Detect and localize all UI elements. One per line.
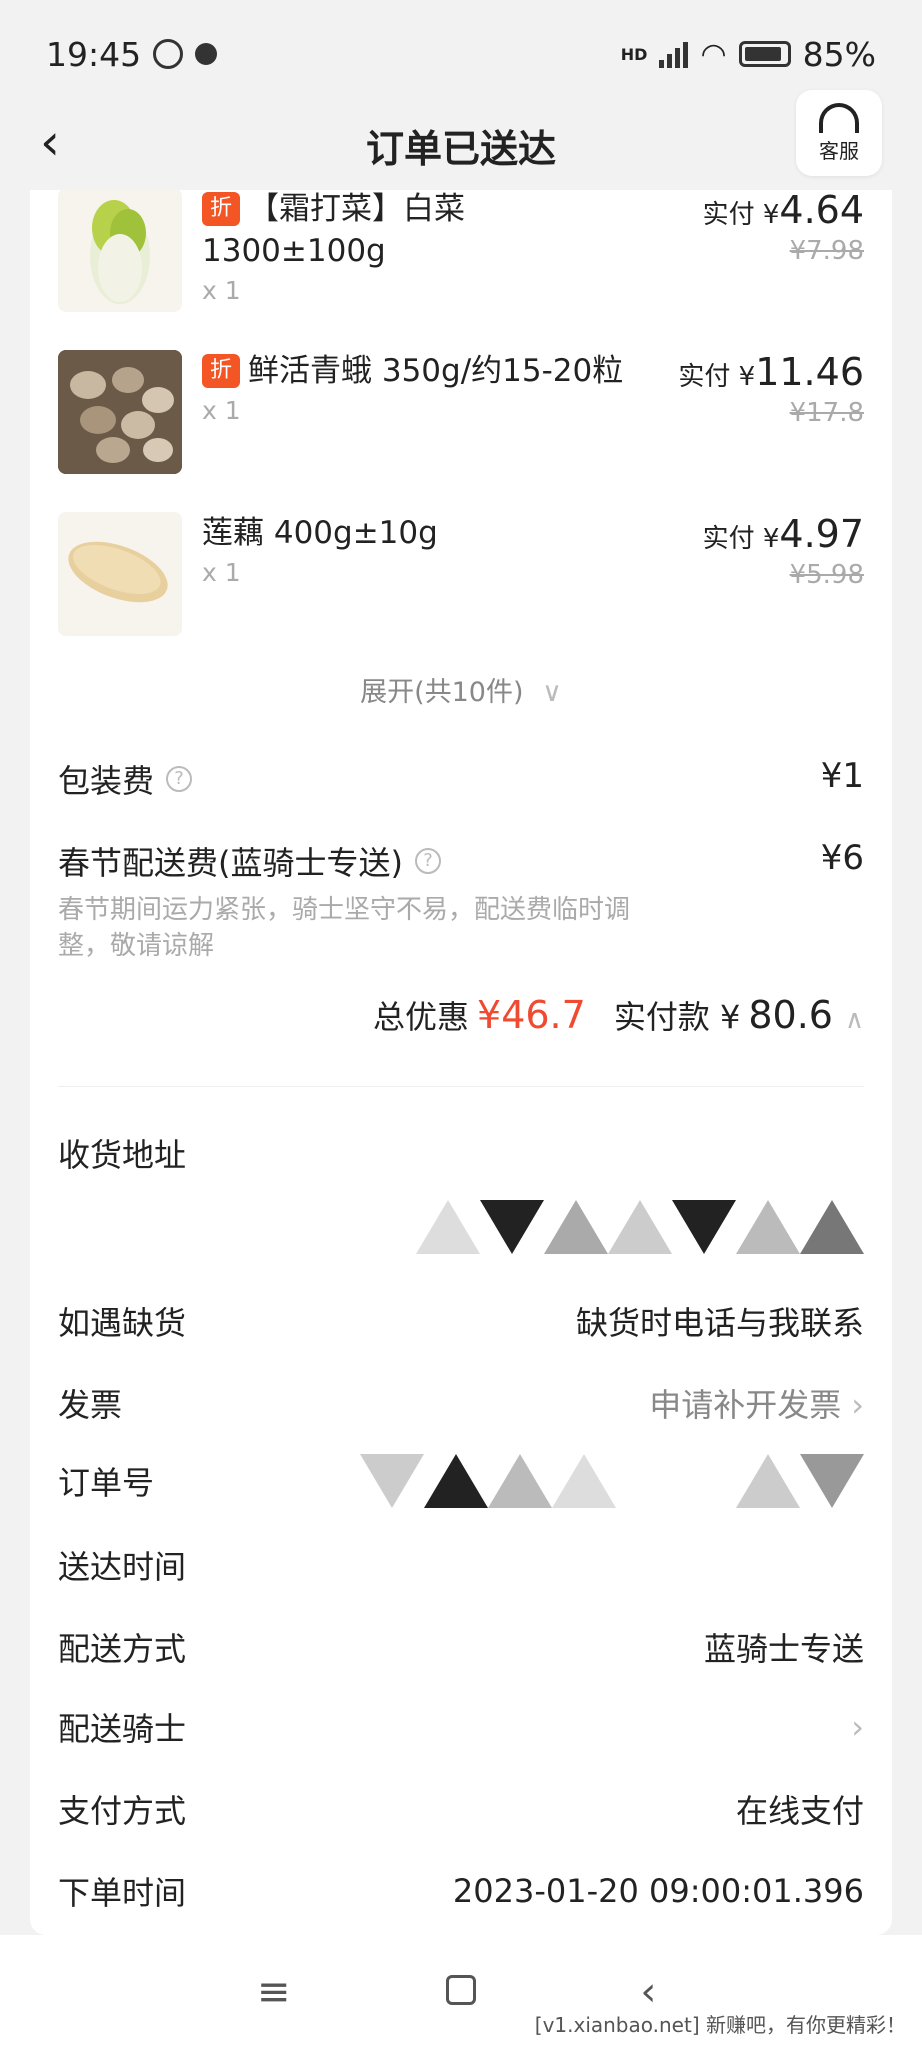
discount-tag: 折 xyxy=(202,192,240,226)
battery-percent: 85% xyxy=(802,34,876,74)
paid-value: 11.46 xyxy=(755,350,864,394)
headset-icon xyxy=(819,102,859,133)
order-time-row: 下单时间 2023-01-20 09:00:01.396 xyxy=(58,1866,864,1916)
home-button[interactable] xyxy=(431,1969,491,2015)
status-time: 19:45 xyxy=(46,34,142,74)
list-item[interactable]: 折鲜活青蛾 350g/约15-20粒 x 1 实付 ¥11.46 ¥17.8 xyxy=(58,350,864,490)
chevron-right-icon: › xyxy=(851,1708,864,1746)
pay-value: 80.6 xyxy=(748,993,833,1037)
payment-method-label: 支付方式 xyxy=(58,1792,187,1830)
alarm-icon xyxy=(153,39,184,69)
help-icon[interactable]: ? xyxy=(414,848,441,874)
paid-value: 4.97 xyxy=(779,512,864,556)
stockout-label: 如遇缺货 xyxy=(58,1304,187,1342)
invoice-value: 申请补开发票 xyxy=(649,1386,842,1424)
packaging-fee-row: 包装费 ? ¥1 xyxy=(58,756,864,802)
battery-icon xyxy=(738,41,791,67)
item-name: 莲藕 400g±10g xyxy=(202,515,438,551)
packaging-fee-value: ¥1 xyxy=(820,756,864,796)
product-image-lotus-root xyxy=(58,512,182,636)
paid-label: 实付 ¥ xyxy=(702,200,780,230)
chevron-down-icon: ∨ xyxy=(542,677,562,708)
delivery-method-row: 配送方式 蓝骑士专送 xyxy=(58,1622,864,1672)
payment-method-value: 在线支付 xyxy=(735,1792,864,1830)
product-image-clams xyxy=(58,350,182,474)
totals-row[interactable]: 总优惠 ¥46.7 实付款 ¥ 80.6 ∧ xyxy=(373,992,864,1038)
order-card: 折【霜打菜】白菜 1300±100g x 1 实付 ¥4.64 ¥7.98 折鲜… xyxy=(30,190,892,1935)
help-icon[interactable]: ? xyxy=(166,766,193,792)
product-image-cabbage xyxy=(58,190,182,312)
expand-label: 展开(共10件) xyxy=(360,677,524,708)
paid-label: 实付 ¥ xyxy=(702,524,780,554)
back-button[interactable]: ‹ xyxy=(40,112,100,172)
chevron-right-icon: › xyxy=(851,1386,864,1424)
stockout-value: 缺货时电话与我联系 xyxy=(575,1304,864,1342)
item-name: 【霜打菜】白菜 1300±100g xyxy=(202,191,465,269)
header: ‹ 订单已送达 客服 xyxy=(0,90,922,200)
packaging-fee-label: 包装费 xyxy=(58,762,155,800)
chevron-up-icon: ∧ xyxy=(844,1005,864,1035)
signal-icon xyxy=(659,40,689,68)
delivery-fee-label: 春节配送费(蓝骑士专送) xyxy=(58,844,403,882)
discount-tag: 折 xyxy=(202,354,240,388)
redaction-block xyxy=(416,1200,864,1254)
list-item[interactable]: 莲藕 400g±10g x 1 实付 ¥4.97 ¥5.98 xyxy=(58,512,864,652)
order-number-row: 订单号 xyxy=(58,1454,864,1508)
original-price: ¥7.98 xyxy=(789,236,864,266)
stockout-row: 如遇缺货 缺货时电话与我联系 xyxy=(58,1296,864,1346)
order-time-label: 下单时间 xyxy=(58,1874,187,1912)
invoice-row[interactable]: 发票 申请补开发票 › xyxy=(58,1378,864,1428)
divider xyxy=(58,1086,864,1087)
delivery-method-value: 蓝骑士专送 xyxy=(703,1630,864,1668)
order-number-label: 订单号 xyxy=(58,1464,155,1502)
rider-row[interactable]: 配送骑士 › xyxy=(58,1702,864,1752)
page-title: 订单已送达 xyxy=(365,126,556,171)
delivery-fee-note: 春节期间运力紧张，骑士坚守不易，配送费临时调整，敬请谅解 xyxy=(58,895,631,961)
delivered-time-row: 送达时间 xyxy=(58,1540,864,1590)
hd-label: HD xyxy=(620,44,648,64)
home-icon xyxy=(445,1974,476,2005)
item-qty: x 1 xyxy=(202,396,241,425)
payment-method-row: 支付方式 在线支付 xyxy=(58,1784,864,1834)
watermark: [v1.xianbao.net] 新赚吧，有你更精彩！ xyxy=(528,2007,912,2040)
redaction-block xyxy=(360,1454,864,1508)
discount-value: ¥46.7 xyxy=(477,993,586,1037)
item-qty: x 1 xyxy=(202,276,241,305)
address-label: 收货地址 xyxy=(58,1136,187,1174)
customer-service-button[interactable]: 客服 xyxy=(796,90,882,176)
item-name: 鲜活青蛾 350g/约15-20粒 xyxy=(248,353,624,389)
item-qty: x 1 xyxy=(202,558,241,587)
notification-dot-icon xyxy=(195,43,218,65)
expand-items-button[interactable]: 展开(共10件) ∨ xyxy=(30,670,892,709)
pay-label: 实付款 ¥ xyxy=(613,998,741,1036)
original-price: ¥5.98 xyxy=(789,560,864,590)
discount-label: 总优惠 xyxy=(373,998,470,1036)
original-price: ¥17.8 xyxy=(789,398,864,428)
menu-icon[interactable]: ≡ xyxy=(244,1969,304,2015)
service-label: 客服 xyxy=(819,138,859,163)
paid-value: 4.64 xyxy=(779,190,864,232)
rider-label: 配送骑士 xyxy=(58,1710,187,1748)
delivery-fee-row: 春节配送费(蓝骑士专送) ? ¥6 xyxy=(58,838,864,884)
list-item[interactable]: 折【霜打菜】白菜 1300±100g x 1 实付 ¥4.64 ¥7.98 xyxy=(58,190,864,328)
address-row: 收货地址 xyxy=(58,1128,864,1178)
order-time-value: 2023-01-20 09:00:01.396 xyxy=(452,1872,864,1910)
delivered-time-label: 送达时间 xyxy=(58,1548,187,1586)
invoice-label: 发票 xyxy=(58,1386,123,1424)
paid-label: 实付 ¥ xyxy=(678,362,756,392)
wifi-icon: ◠ xyxy=(700,36,727,72)
delivery-method-label: 配送方式 xyxy=(58,1630,187,1668)
delivery-fee-value: ¥6 xyxy=(820,838,864,878)
